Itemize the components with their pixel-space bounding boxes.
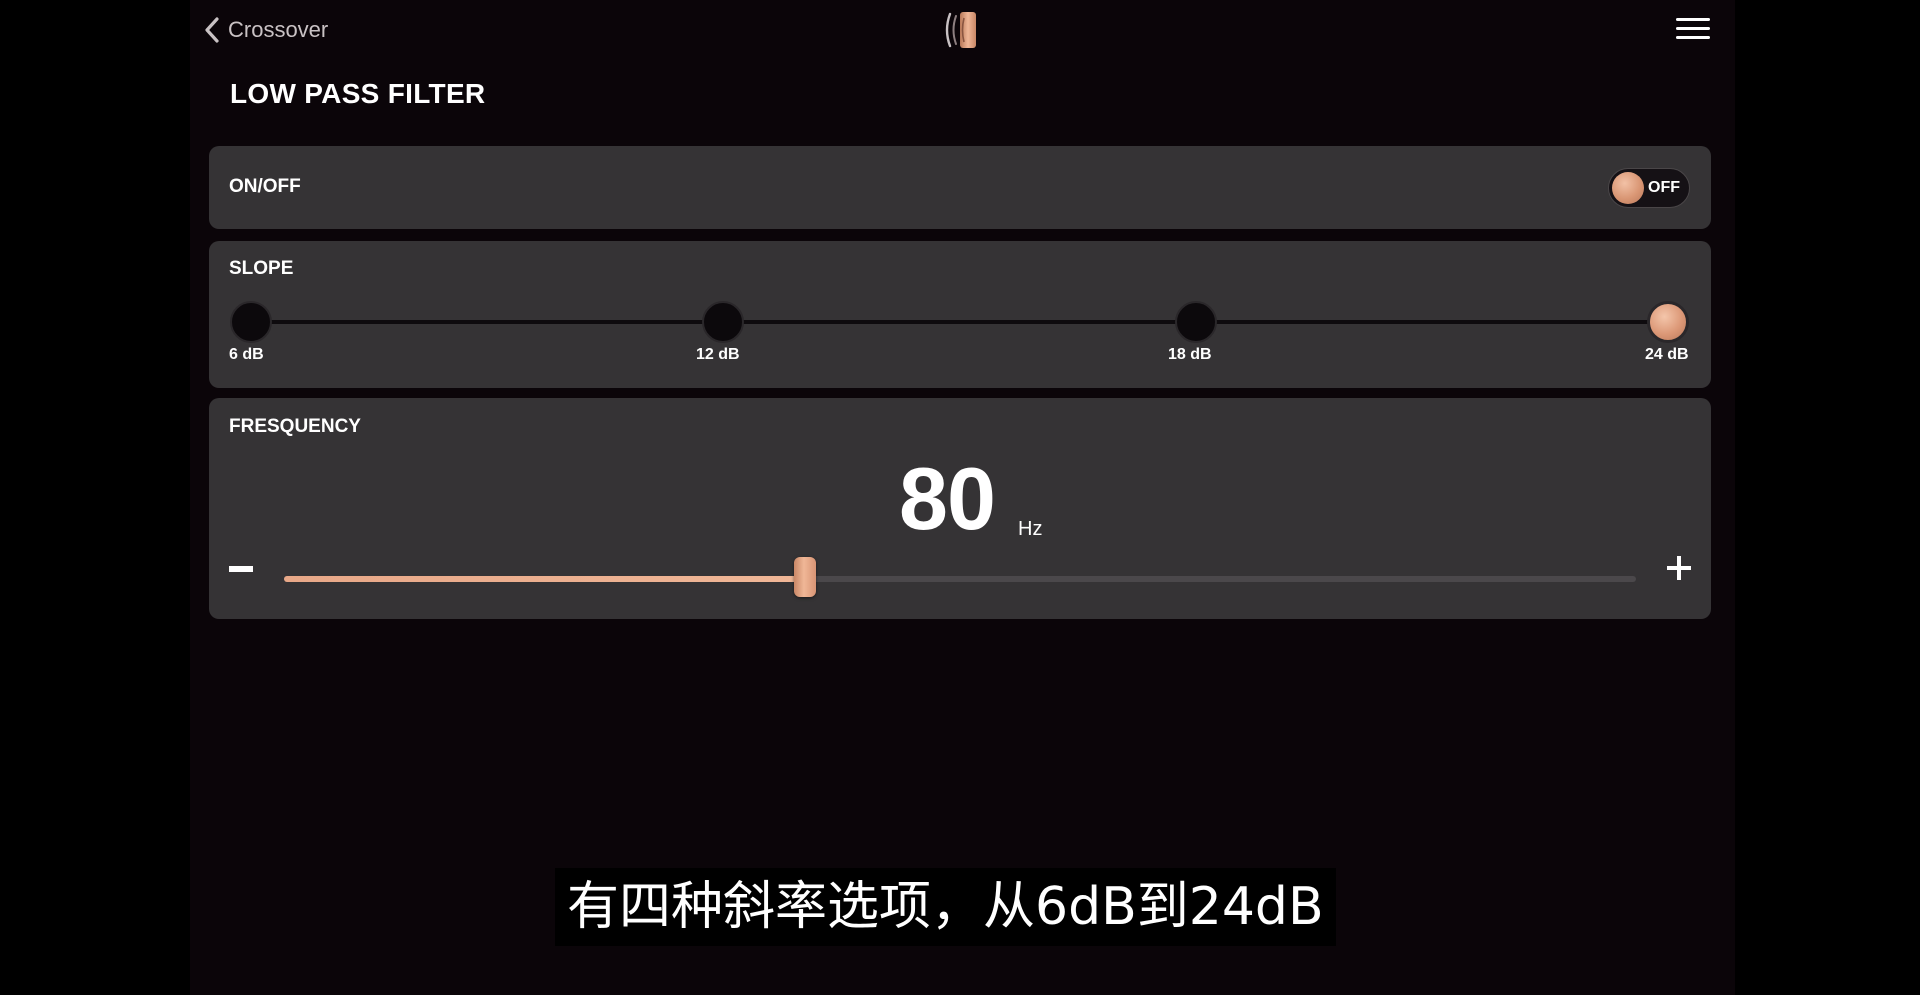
slope-label: SLOPE bbox=[229, 258, 294, 279]
onoff-toggle[interactable]: OFF bbox=[1608, 168, 1690, 208]
minus-icon[interactable] bbox=[229, 564, 253, 574]
slope-option-24db[interactable] bbox=[1647, 301, 1689, 343]
frequency-value: 80 bbox=[899, 449, 996, 548]
slope-option-12db[interactable] bbox=[702, 301, 744, 343]
slope-option-label: 12 dB bbox=[696, 346, 740, 363]
speaker-logo-icon bbox=[945, 12, 976, 48]
video-subtitle: 有四种斜率选项，从6dB到24dB bbox=[555, 868, 1336, 946]
slope-option-label: 18 dB bbox=[1168, 346, 1212, 363]
page-title: LOW PASS FILTER bbox=[230, 78, 486, 109]
toggle-knob bbox=[1612, 172, 1644, 204]
slope-option-label: 24 dB bbox=[1645, 346, 1689, 363]
frequency-slider-thumb[interactable] bbox=[793, 557, 816, 597]
slope-track bbox=[251, 320, 1668, 324]
back-button-label: Crossover bbox=[228, 17, 329, 42]
slope-option-6db[interactable] bbox=[230, 301, 272, 343]
hamburger-menu-icon[interactable] bbox=[1676, 18, 1710, 42]
frequency-unit: Hz bbox=[1018, 518, 1043, 540]
frequency-slider[interactable] bbox=[284, 557, 1636, 597]
toggle-state-text: OFF bbox=[1648, 179, 1680, 196]
frequency-slider-fill bbox=[284, 576, 805, 582]
back-button[interactable]: Crossover bbox=[204, 14, 328, 46]
app-frame: Crossover LOW PASS FILTER ON/OFF OFF SLO… bbox=[190, 0, 1735, 995]
plus-icon[interactable] bbox=[1667, 556, 1691, 580]
chevron-left-icon bbox=[205, 17, 219, 43]
frequency-card: FRESQUENCY 80 Hz bbox=[209, 398, 1711, 619]
slope-option-18db[interactable] bbox=[1175, 301, 1217, 343]
onoff-label: ON/OFF bbox=[229, 176, 301, 197]
slope-option-label: 6 dB bbox=[229, 346, 264, 363]
frequency-label: FRESQUENCY bbox=[229, 416, 361, 437]
onoff-card: ON/OFF OFF bbox=[209, 146, 1711, 229]
slope-card: SLOPE 6 dB 12 dB 18 dB 24 dB bbox=[209, 241, 1711, 388]
